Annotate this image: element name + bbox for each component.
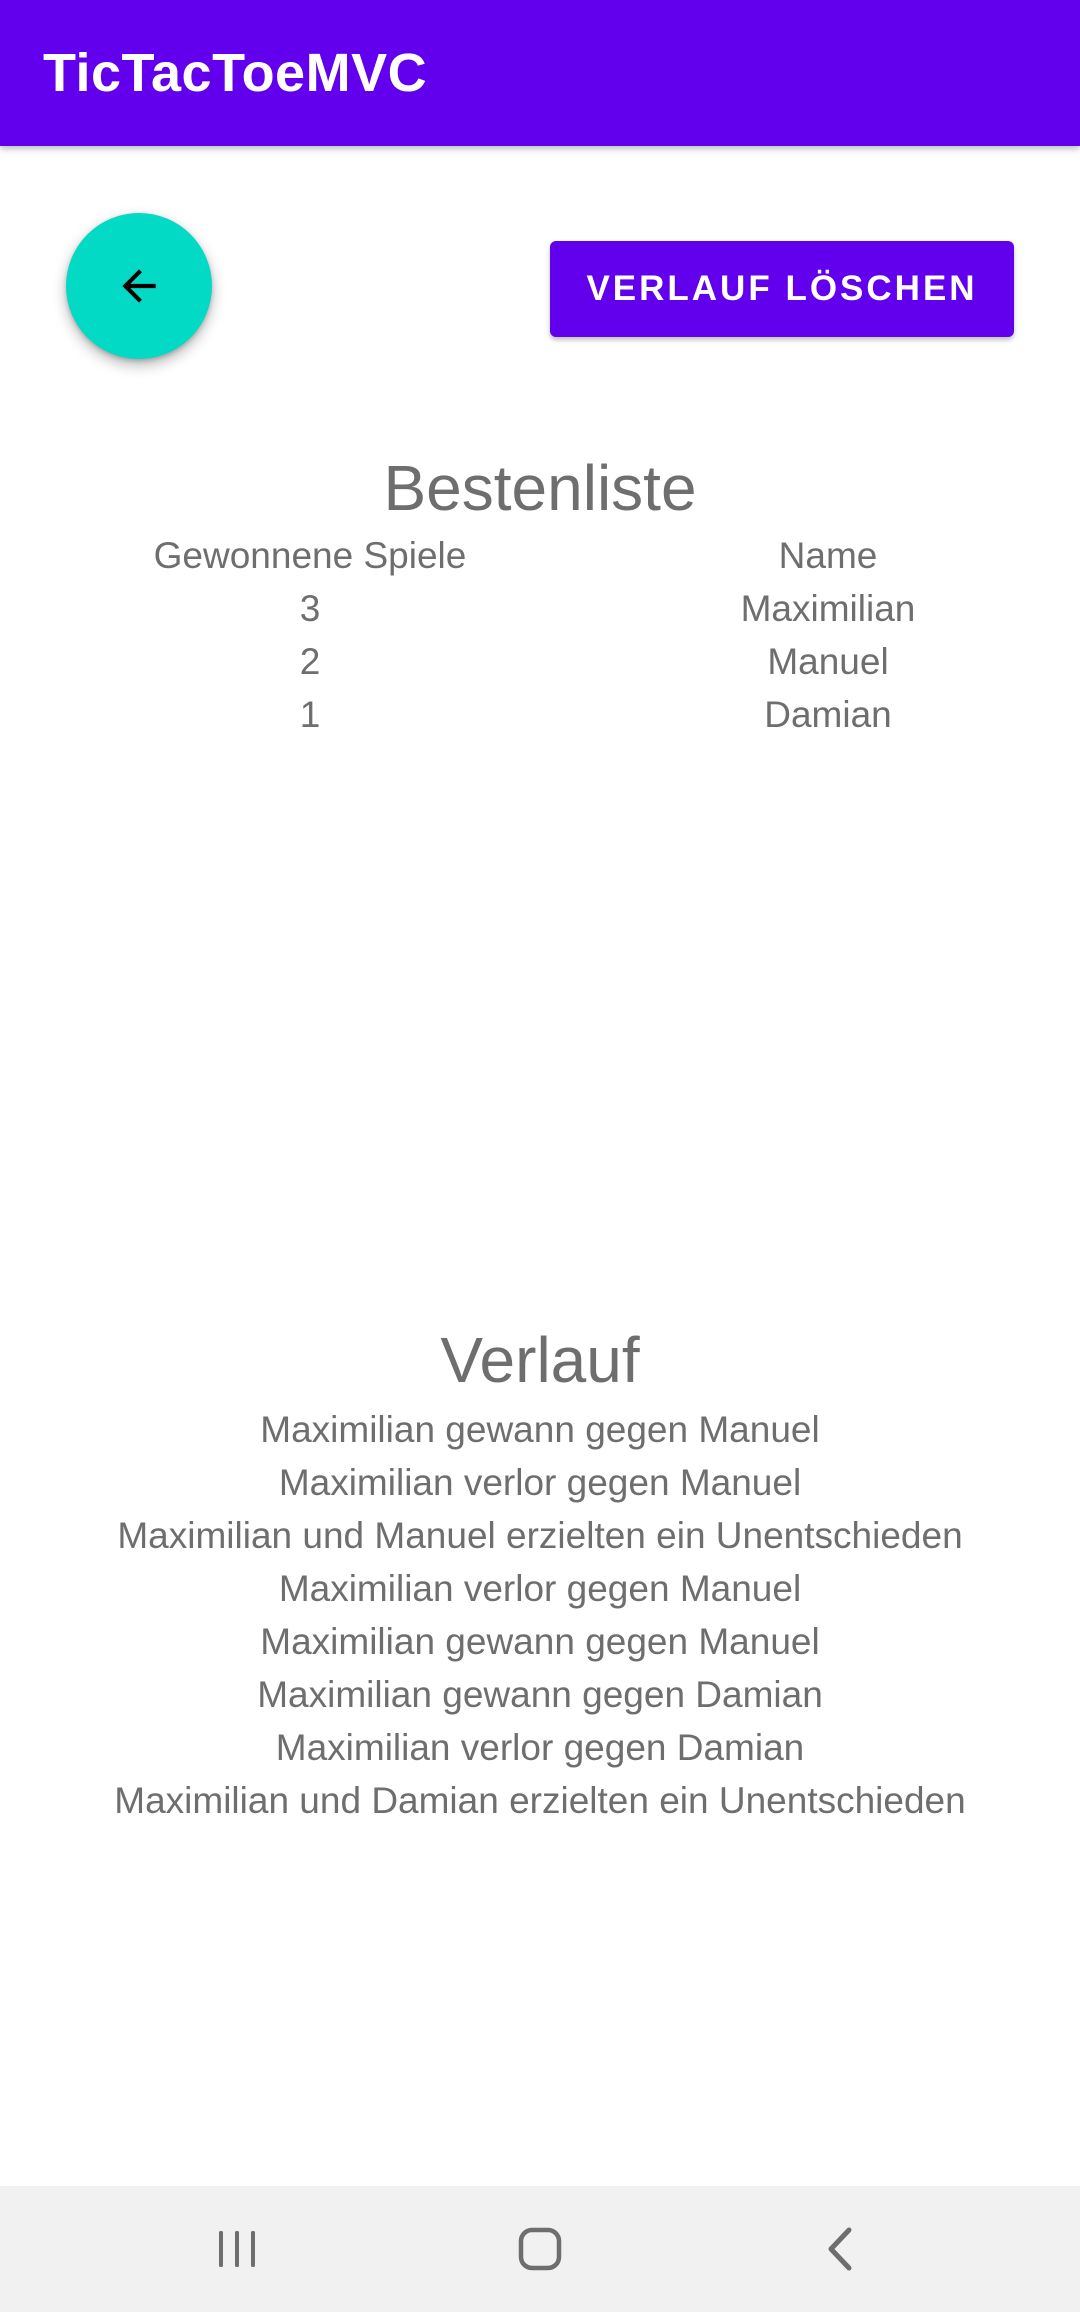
leaderboard-header-name: Name — [778, 535, 878, 576]
leaderboard-row-2-name: Manuel — [767, 641, 889, 682]
history-entry: Maximilian gewann gegen Damian — [257, 1674, 823, 1715]
back-button[interactable] — [66, 213, 212, 359]
history-entry: Maximilian verlor gegen Manuel — [278, 1568, 802, 1609]
home-icon — [518, 2227, 562, 2271]
history-entry: Maximilian gewann gegen Manuel — [260, 1409, 820, 1450]
leaderboard-row-3-wins: 1 — [299, 694, 321, 735]
app-bar: TicTacToeMVC — [0, 0, 1080, 146]
history-entry: Maximilian verlor gegen Damian — [275, 1727, 805, 1768]
history-entry: Maximilian und Damian erzielten ein Unen… — [114, 1780, 966, 1821]
history-entry: Maximilian gewann gegen Manuel — [260, 1621, 820, 1662]
leaderboard-row-1-name: Maximilian — [740, 588, 916, 629]
arrow-left-icon — [122, 269, 156, 303]
back-chevron-icon — [828, 2227, 852, 2271]
recent-apps-icon — [219, 2231, 255, 2267]
app-title: TicTacToeMVC — [43, 43, 428, 103]
home-button[interactable] — [450, 2186, 630, 2312]
system-back-button[interactable] — [751, 2186, 931, 2312]
history-title: Verlauf — [440, 1324, 640, 1396]
clear-history-button[interactable]: VERLAUF LÖSCHEN — [550, 241, 1014, 337]
leaderboard-row-3-name: Damian — [764, 694, 892, 735]
leaderboard-header-wins: Gewonnene Spiele — [153, 535, 467, 576]
leaderboard-row-1-wins: 3 — [299, 588, 321, 629]
history-entry: Maximilian verlor gegen Manuel — [278, 1462, 802, 1503]
system-navigation-bar — [0, 2186, 1080, 2312]
history-entry: Maximilian und Manuel erzielten ein Unen… — [117, 1515, 963, 1556]
leaderboard-title: Bestenliste — [383, 452, 697, 524]
recent-apps-button[interactable] — [147, 2186, 327, 2312]
leaderboard-row-2-wins: 2 — [299, 641, 321, 682]
